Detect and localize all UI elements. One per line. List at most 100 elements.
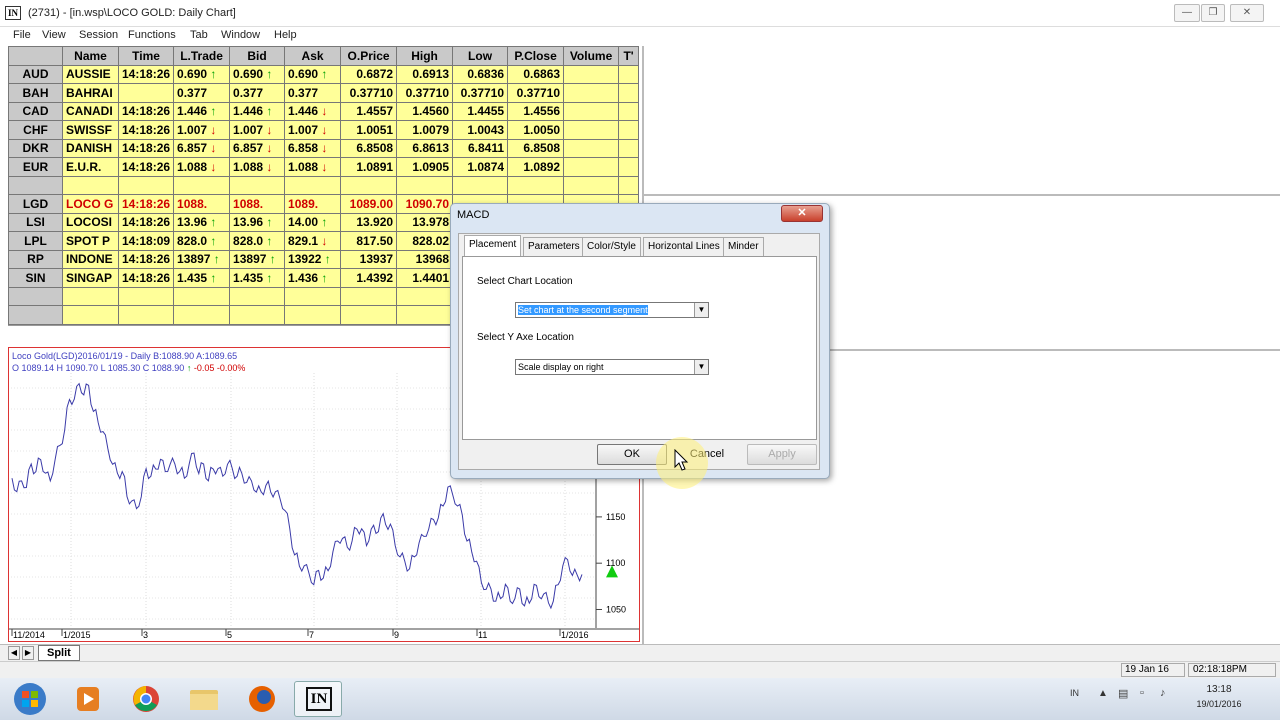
cell-high: 1.0079 — [396, 120, 454, 140]
table-row[interactable]: EUR E.U.R. 14:18:26 1.088 ↓ 1.088 ↓ 1.088 ↓ 1.… — [8, 157, 640, 177]
cell-ltrade — [173, 305, 231, 325]
cell-ask: 829.1 ↓ — [284, 231, 342, 251]
cell-code — [8, 175, 63, 195]
ok-button[interactable]: OK — [597, 444, 667, 465]
cell-ask: 1.446 ↓ — [284, 101, 342, 121]
up-arrow-icon: ↑ — [210, 270, 217, 285]
col-header-name[interactable]: Name — [62, 46, 119, 66]
language-indicator[interactable]: IN — [1070, 688, 1079, 698]
cell-time: 14:18:26 — [117, 268, 175, 288]
cell-name: SINGAP — [62, 268, 119, 288]
cell-high: 1.4560 — [396, 101, 454, 121]
cell-t — [618, 120, 640, 140]
tab-color-style[interactable]: Color/Style — [582, 237, 641, 257]
table-row[interactable]: AUD AUSSIE 14:18:26 0.690 ↑ 0.690 ↑ 0.690 ↑ 0.… — [8, 64, 640, 84]
cell-ltrade: 1.446 ↑ — [173, 101, 231, 121]
cell-low: 1.0043 — [452, 120, 509, 140]
cell-high: 0.6913 — [396, 64, 454, 84]
menu-file[interactable]: File — [13, 29, 31, 41]
cell-high — [396, 175, 454, 195]
menu-window[interactable]: Window — [221, 29, 260, 41]
col-header-code[interactable] — [8, 46, 63, 66]
scroll-right-icon[interactable]: ▶ — [22, 646, 34, 660]
menu-functions[interactable]: Functions — [128, 29, 176, 41]
minimize-icon[interactable]: — — [1174, 4, 1200, 22]
signal-icon[interactable]: ▫ — [1140, 687, 1144, 699]
col-header-ask[interactable]: Ask — [284, 46, 342, 66]
cell-t — [618, 157, 640, 177]
down-arrow-icon: ↓ — [321, 122, 328, 137]
x-tick-label: 1/2016 — [561, 630, 589, 640]
up-arrow-icon: ↑ — [213, 252, 220, 267]
table-row[interactable]: DKR DANISH 14:18:26 6.857 ↓ 6.857 ↓ 6.858 ↓ 6.… — [8, 138, 640, 158]
cell-ltrade: 0.377 — [173, 83, 231, 103]
cell-name: SWISSF — [62, 120, 119, 140]
cell-bid: 1.435 ↑ — [229, 268, 286, 288]
cell-time — [117, 175, 175, 195]
cell-bid: 13897 ↑ — [229, 249, 286, 269]
firefox-icon[interactable] — [238, 681, 286, 717]
chart-location-select[interactable]: Set chart at the second segment ▼ — [515, 302, 709, 318]
table-row[interactable]: BAH BAHRAI 0.377 0.377 0.377 0.37710 0.37710 0.… — [8, 83, 640, 103]
x-tick-label: 3 — [143, 630, 148, 640]
cell-ask: 13922 ↑ — [284, 249, 342, 269]
cell-volume — [563, 175, 620, 195]
cell-code: LSI — [8, 212, 63, 232]
pane-splitter-top[interactable] — [644, 194, 1280, 196]
up-arrow-icon: ↑ — [321, 67, 328, 82]
col-header-high[interactable]: High — [396, 46, 454, 66]
start-button[interactable] — [8, 681, 52, 717]
cell-open: 13937 — [340, 249, 398, 269]
table-row[interactable]: CAD CANADI 14:18:26 1.446 ↑ 1.446 ↑ 1.446 ↓ 1.… — [8, 101, 640, 121]
up-arrow-icon: ↑ — [210, 233, 217, 248]
col-header-bid[interactable]: Bid — [229, 46, 286, 66]
restore-icon[interactable]: ❐ — [1201, 4, 1225, 22]
cell-ltrade — [173, 286, 231, 306]
col-header-volume[interactable]: Volume — [563, 46, 620, 66]
cell-ask — [284, 305, 342, 325]
cell-ltrade: 1.435 ↑ — [173, 268, 231, 288]
apply-button[interactable]: Apply — [747, 444, 817, 465]
tab-parameters[interactable]: Parameters — [523, 237, 585, 257]
taskbar-app-in[interactable]: IN — [294, 681, 342, 717]
menu-tab[interactable]: Tab — [190, 29, 208, 41]
sheet-tab-split[interactable]: Split — [38, 645, 80, 661]
clock-date[interactable]: 19/01/2016 — [1188, 699, 1250, 709]
tray-expand-icon[interactable]: ▲ — [1098, 688, 1108, 699]
cell-name: DANISH — [62, 138, 119, 158]
y-axis-select[interactable]: Scale display on right ▼ — [515, 359, 709, 375]
cell-high: 828.02 — [396, 231, 454, 251]
file-explorer-icon[interactable] — [180, 681, 228, 717]
col-header-time[interactable]: Time — [117, 46, 175, 66]
cell-bid: 1088. — [229, 194, 286, 214]
dialog-close-icon[interactable]: ✕ — [781, 205, 823, 222]
network-icon[interactable]: ▤ — [1118, 687, 1128, 700]
col-header-t[interactable]: T' — [618, 46, 640, 66]
cell-bid: 0.690 ↑ — [229, 64, 286, 84]
volume-icon[interactable]: ♪ — [1160, 687, 1166, 699]
col-header-oprice[interactable]: O.Price — [340, 46, 398, 66]
menu-help[interactable]: Help — [274, 29, 297, 41]
menu-view[interactable]: View — [42, 29, 66, 41]
col-header-low[interactable]: Low — [452, 46, 509, 66]
chrome-icon[interactable] — [122, 681, 170, 717]
table-row[interactable] — [8, 175, 640, 195]
col-header-ltrade[interactable]: L.Trade — [173, 46, 231, 66]
cell-bid: 1.007 ↓ — [229, 120, 286, 140]
tab-horizontal-lines[interactable]: Horizontal Lines — [643, 237, 725, 257]
table-row[interactable]: CHF SWISSF 14:18:26 1.007 ↓ 1.007 ↓ 1.007 ↓ 1.… — [8, 120, 640, 140]
scroll-left-icon[interactable]: ◀ — [8, 646, 20, 660]
col-header-pclose[interactable]: P.Close — [507, 46, 565, 66]
cell-pclose: 1.0892 — [507, 157, 565, 177]
tab-minder[interactable]: Minder — [723, 237, 764, 257]
media-player-icon[interactable] — [64, 681, 112, 717]
clock-time[interactable]: 13:18 — [1195, 684, 1243, 695]
up-arrow-icon: ↑ — [266, 104, 273, 119]
down-arrow-icon: ↓ — [210, 159, 217, 174]
tab-placement[interactable]: Placement — [464, 235, 522, 257]
cell-time: 14:18:26 — [117, 249, 175, 269]
cell-bid: 6.857 ↓ — [229, 138, 286, 158]
cell-open: 0.37710 — [340, 83, 398, 103]
close-icon[interactable]: ✕ — [1230, 4, 1264, 22]
menu-session[interactable]: Session — [79, 29, 118, 41]
